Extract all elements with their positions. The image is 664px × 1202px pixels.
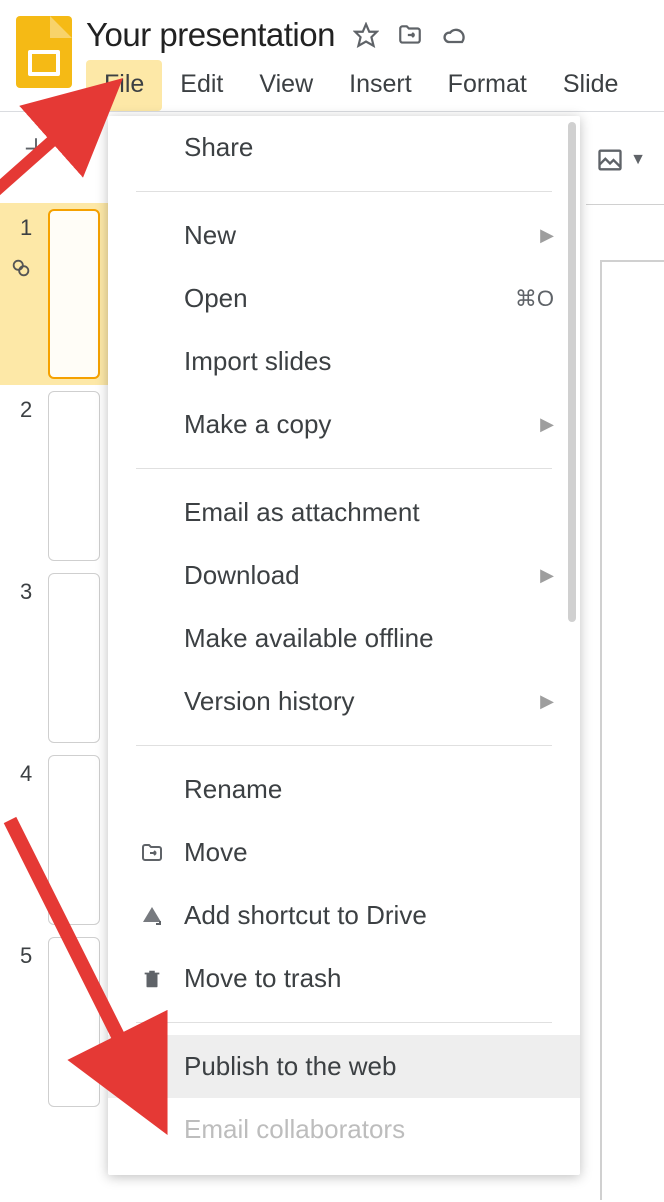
drive-shortcut-icon [138, 904, 166, 928]
insert-image-button[interactable]: ▼ [596, 146, 646, 174]
menu-edit[interactable]: Edit [162, 60, 241, 111]
menu-make-offline[interactable]: Make available offline [108, 607, 580, 670]
slide-number: 1 [20, 209, 38, 241]
menu-import-slides[interactable]: Import slides [108, 330, 580, 393]
menu-share[interactable]: Share [108, 116, 580, 179]
ruler-edge [586, 204, 664, 208]
menu-email-collaborators: Email collaborators [108, 1098, 580, 1161]
slide-thumb-2[interactable]: 2 [0, 385, 118, 567]
chevron-down-icon: ▼ [630, 151, 646, 169]
submenu-arrow-icon: ▶ [540, 414, 554, 435]
slide-thumb-4[interactable]: 4 [0, 749, 118, 931]
menu-make-copy[interactable]: Make a copy ▶ [108, 393, 580, 456]
slide-number: 4 [20, 755, 38, 787]
menu-add-shortcut[interactable]: Add shortcut to Drive [108, 884, 580, 947]
slide-canvas[interactable] [600, 260, 664, 1200]
folder-move-icon [138, 841, 166, 865]
trash-icon [138, 968, 166, 990]
header: Your presentation File Edit View Insert … [0, 0, 664, 111]
slide-number: 2 [20, 391, 38, 423]
slide-thumb-3[interactable]: 3 [0, 567, 118, 749]
menu-new[interactable]: New ▶ [108, 204, 580, 267]
menu-slide[interactable]: Slide [545, 60, 637, 111]
menu-open[interactable]: Open ⌘O [108, 267, 580, 330]
slides-logo[interactable] [16, 16, 72, 88]
new-slide-button[interactable]: ＋ [16, 124, 56, 172]
slide-thumb-1[interactable]: 1 [0, 203, 118, 385]
slide-thumb-5[interactable]: 5 [0, 931, 118, 1113]
document-title[interactable]: Your presentation [86, 16, 335, 54]
link-icon [10, 257, 32, 284]
shortcut-label: ⌘O [515, 286, 554, 312]
menu-email-attachment[interactable]: Email as attachment [108, 481, 580, 544]
menu-insert[interactable]: Insert [331, 60, 430, 111]
slide-panel: 1 2 3 4 5 [0, 203, 118, 1113]
submenu-arrow-icon: ▶ [540, 691, 554, 712]
new-slide-dropdown[interactable]: ▼ [62, 140, 76, 156]
slide-number: 5 [20, 937, 38, 969]
menu-move-trash[interactable]: Move to trash [108, 947, 580, 1010]
submenu-arrow-icon: ▶ [540, 225, 554, 246]
menu-publish-web[interactable]: Publish to the web [108, 1035, 580, 1098]
menu-format[interactable]: Format [430, 60, 545, 111]
menu-version-history[interactable]: Version history ▶ [108, 670, 580, 733]
cloud-status-icon[interactable] [441, 21, 469, 49]
slide-number: 3 [20, 573, 38, 605]
menu-file[interactable]: File [86, 60, 162, 111]
menu-move[interactable]: Move [108, 821, 580, 884]
file-menu-dropdown: Share New ▶ Open ⌘O Import slides Make a… [108, 116, 580, 1175]
move-folder-icon[interactable] [397, 22, 423, 48]
submenu-arrow-icon: ▶ [540, 565, 554, 586]
menu-rename[interactable]: Rename [108, 758, 580, 821]
star-icon[interactable] [353, 22, 379, 48]
menu-download[interactable]: Download ▶ [108, 544, 580, 607]
menu-view[interactable]: View [241, 60, 331, 111]
menubar: File Edit View Insert Format Slide [86, 60, 648, 111]
